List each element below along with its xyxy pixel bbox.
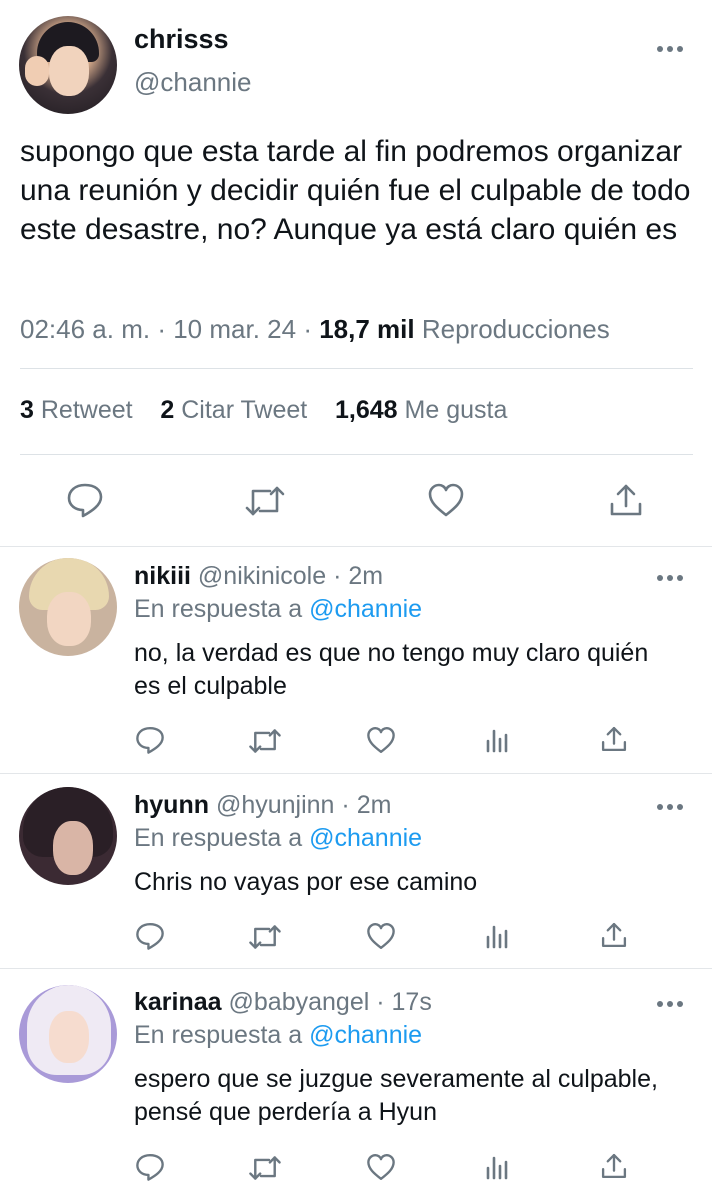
reply-mention[interactable]: @channie <box>309 595 422 623</box>
reply-prefix: En respuesta a <box>134 1021 303 1049</box>
views-label: Reproducciones <box>421 314 610 344</box>
divider <box>0 968 712 969</box>
divider <box>20 368 693 369</box>
reply-handle[interactable]: @hyunjinn <box>216 791 335 819</box>
reply-avatar[interactable] <box>19 787 117 885</box>
reply-separator: · <box>376 988 385 1016</box>
reply-context: En respuesta a @channie <box>134 1021 422 1050</box>
like-icon[interactable] <box>366 725 396 755</box>
reply-handle[interactable]: @nikinicole <box>198 562 326 590</box>
like-icon[interactable] <box>427 482 465 518</box>
retweets-stat[interactable]: 3 Retweet <box>20 396 133 424</box>
views-count: 18,7 mil <box>319 314 415 344</box>
reply-display-name[interactable]: karinaa <box>134 988 222 1016</box>
views-icon[interactable] <box>485 1154 511 1180</box>
reply-header: nikiii @nikinicole · 2m <box>134 562 383 591</box>
reply-text: espero que se juzgue severamente al culp… <box>134 1065 658 1126</box>
likes-count: 1,648 <box>335 396 398 424</box>
reply-time: 2m <box>356 791 392 819</box>
reply-time: 17s <box>391 988 432 1016</box>
main-tweet-text: supongo que esta tarde al fin podremos o… <box>20 135 691 246</box>
reply-context: En respuesta a @channie <box>134 595 422 624</box>
tweet-date[interactable]: 10 mar. 24 <box>173 314 296 344</box>
like-icon[interactable] <box>366 1152 396 1182</box>
tweet-time[interactable]: 02:46 a. m. <box>20 314 150 344</box>
reply-icon[interactable] <box>66 482 104 518</box>
reply-header: hyunn @hyunjinn · 2m <box>134 791 391 820</box>
reply-prefix: En respuesta a <box>134 824 303 852</box>
meta-separator: · <box>157 314 166 344</box>
tweet-stats: 3 Retweet 2 Citar Tweet 1,648 Me gusta <box>20 396 507 425</box>
reply-time: 2m <box>348 562 384 590</box>
retweets-count: 3 <box>20 396 34 424</box>
share-icon[interactable] <box>600 725 628 753</box>
retweet-icon[interactable] <box>248 923 282 951</box>
more-icon[interactable] <box>656 574 684 582</box>
reply-display-name[interactable]: hyunn <box>134 791 209 819</box>
reply-separator: · <box>341 791 350 819</box>
more-icon[interactable] <box>656 1000 684 1008</box>
reply-mention[interactable]: @channie <box>309 824 422 852</box>
reply-text: no, la verdad es que no tengo muy claro … <box>134 639 649 700</box>
reply-prefix: En respuesta a <box>134 595 303 623</box>
main-handle[interactable]: @channie <box>134 67 251 98</box>
main-avatar[interactable] <box>19 16 117 114</box>
views-icon[interactable] <box>485 727 511 753</box>
divider <box>0 773 712 774</box>
reply-display-name[interactable]: nikiii <box>134 562 191 590</box>
retweets-label: Retweet <box>40 396 133 424</box>
quotes-stat[interactable]: 2 Citar Tweet <box>160 396 307 424</box>
divider <box>20 454 693 455</box>
reply-avatar[interactable] <box>19 985 117 1083</box>
quotes-count: 2 <box>160 396 175 424</box>
reply-avatar[interactable] <box>19 558 117 656</box>
share-icon[interactable] <box>600 921 628 949</box>
reply-mention[interactable]: @channie <box>309 1021 422 1049</box>
tweet-meta: 02:46 a. m. · 10 mar. 24 · 18,7 mil Repr… <box>20 314 610 345</box>
quotes-label: Citar Tweet <box>181 396 308 424</box>
meta-separator: · <box>303 314 312 344</box>
more-icon[interactable] <box>656 45 684 53</box>
reply-icon[interactable] <box>135 1152 165 1182</box>
views-icon[interactable] <box>485 923 511 949</box>
reply-separator: · <box>333 562 342 590</box>
like-icon[interactable] <box>366 921 396 951</box>
share-icon[interactable] <box>600 1152 628 1180</box>
main-display-name[interactable]: chrisss <box>134 24 229 55</box>
likes-stat[interactable]: 1,648 Me gusta <box>335 396 507 424</box>
likes-label: Me gusta <box>404 396 508 424</box>
divider <box>0 546 712 547</box>
reply-icon[interactable] <box>135 725 165 755</box>
retweet-icon[interactable] <box>244 484 286 518</box>
reply-context: En respuesta a @channie <box>134 824 422 853</box>
retweet-icon[interactable] <box>248 727 282 755</box>
reply-text: Chris no vayas por ese camino <box>134 868 478 896</box>
reply-header: karinaa @babyangel · 17s <box>134 988 432 1017</box>
share-icon[interactable] <box>608 482 644 518</box>
retweet-icon[interactable] <box>248 1154 282 1182</box>
more-icon[interactable] <box>656 803 684 811</box>
reply-handle[interactable]: @babyangel <box>229 988 370 1016</box>
reply-icon[interactable] <box>135 921 165 951</box>
